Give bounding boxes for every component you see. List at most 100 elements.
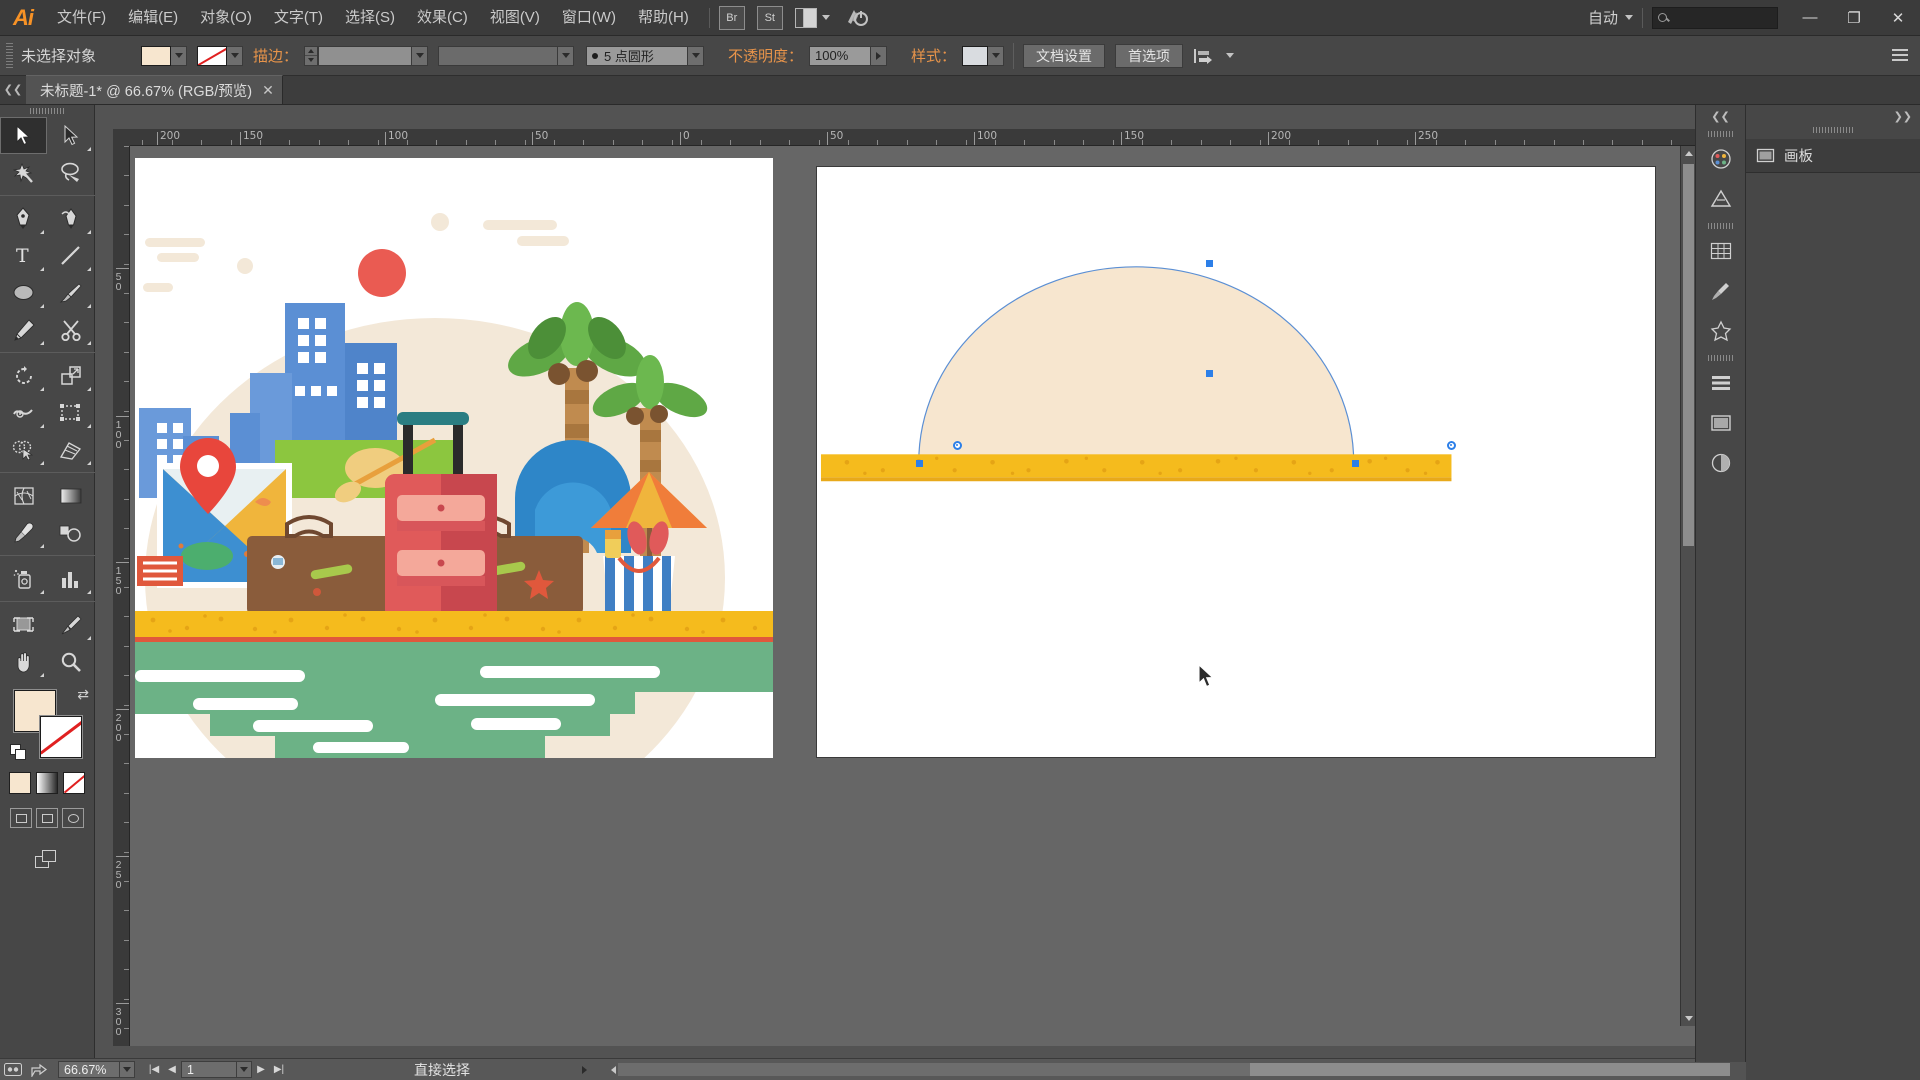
opacity-flyout-button[interactable]: [871, 45, 888, 66]
shape-builder-tool[interactable]: [0, 431, 47, 468]
arrange-documents-button[interactable]: [794, 7, 830, 28]
workspace-chevron-icon[interactable]: [1625, 15, 1633, 20]
perspective-grid-tool[interactable]: [47, 431, 94, 468]
gradient-button[interactable]: [36, 772, 58, 794]
fill-dropdown-button[interactable]: [171, 45, 187, 66]
menu-object[interactable]: 对象(O): [189, 0, 263, 36]
swap-fill-stroke-icon[interactable]: ⇄: [77, 686, 89, 703]
workspace-switcher-label[interactable]: 自动: [1588, 7, 1618, 28]
graphic-style-dropdown[interactable]: [988, 45, 1005, 66]
prev-artboard-button[interactable]: ◀: [163, 1059, 181, 1080]
lasso-tool[interactable]: [47, 154, 94, 191]
document-tab[interactable]: 未标题-1* @ 66.67% (RGB/预览) ✕: [26, 75, 283, 104]
canvas-area[interactable]: [130, 146, 1700, 1046]
brush-definition-field[interactable]: 5 点圆形: [586, 45, 689, 66]
symbol-sprayer-tool[interactable]: [0, 560, 47, 597]
hscroll-left-icon[interactable]: [611, 1065, 616, 1074]
panel-collapse-button[interactable]: ❯❯: [1746, 105, 1920, 127]
drawing-mode-inside[interactable]: [62, 808, 84, 828]
stroke-swatch[interactable]: [197, 45, 227, 66]
ellipse-tool[interactable]: [0, 274, 47, 311]
artboards-panel-body[interactable]: [1746, 173, 1920, 1080]
menu-window[interactable]: 窗口(W): [551, 0, 627, 36]
menu-help[interactable]: 帮助(H): [627, 0, 700, 36]
share-icon[interactable]: [26, 1059, 52, 1080]
status-tool-label[interactable]: 直接选择: [414, 1060, 470, 1080]
drawing-mode-behind[interactable]: [36, 808, 58, 828]
gradient-tool[interactable]: [47, 477, 94, 514]
direct-selection-tool[interactable]: [47, 117, 94, 154]
scroll-up-button[interactable]: [1681, 146, 1696, 161]
mesh-tool[interactable]: [0, 477, 47, 514]
appearance-panel-icon[interactable]: [1696, 443, 1746, 483]
default-fill-stroke-icon[interactable]: [10, 744, 28, 762]
fill-swatch[interactable]: [141, 45, 171, 66]
eyedropper-tool[interactable]: [0, 514, 47, 551]
scale-tool[interactable]: [47, 357, 94, 394]
stroke-weight-stepper[interactable]: [304, 45, 319, 66]
horizontal-ruler[interactable]: 200 150 100 50 0 50 100 150 200 250: [113, 129, 1700, 146]
panel-grip[interactable]: [1813, 127, 1853, 133]
vertical-scroll-thumb[interactable]: [1683, 164, 1694, 546]
variable-width-dropdown[interactable]: [558, 45, 575, 66]
control-bar-menu[interactable]: [1892, 48, 1908, 63]
free-transform-tool[interactable]: [47, 394, 94, 431]
document-setup-button[interactable]: 文档设置: [1023, 43, 1106, 68]
hand-tool[interactable]: [0, 643, 47, 680]
menu-edit[interactable]: 编辑(E): [117, 0, 189, 36]
maximize-button[interactable]: ❐: [1832, 0, 1876, 36]
stroke-weight-dropdown[interactable]: [412, 45, 429, 66]
menu-effect[interactable]: 效果(C): [406, 0, 479, 36]
scissors-tool[interactable]: [47, 311, 94, 348]
first-artboard-button[interactable]: |◀: [145, 1059, 163, 1080]
rotate-tool[interactable]: [0, 357, 47, 394]
stroke-weight-field[interactable]: [318, 45, 413, 66]
column-graph-tool[interactable]: [47, 560, 94, 597]
anchor-point-center[interactable]: [1205, 369, 1213, 377]
screen-mode-switcher[interactable]: [0, 850, 94, 872]
magic-wand-tool[interactable]: [0, 154, 47, 191]
stroke-swatch-group[interactable]: [197, 45, 243, 66]
ruler-corner[interactable]: [113, 129, 130, 146]
stroke-dropdown-button[interactable]: [227, 45, 243, 66]
blend-tool[interactable]: [47, 514, 94, 551]
zoom-tool[interactable]: [47, 643, 94, 680]
dock-grip[interactable]: [1707, 131, 1734, 137]
color-button[interactable]: [9, 772, 31, 794]
tabbar-collapse-button[interactable]: ❮❮: [0, 75, 26, 104]
align-chevron-icon[interactable]: [1226, 53, 1235, 58]
paintbrush-tool[interactable]: [47, 274, 94, 311]
swatches-panel-icon[interactable]: [1696, 231, 1746, 271]
last-artboard-button[interactable]: ▶|: [270, 1059, 288, 1080]
horizontal-scroll-thumb[interactable]: [1250, 1063, 1730, 1076]
layers-panel-icon[interactable]: [1696, 363, 1746, 403]
next-artboard-button[interactable]: ▶: [252, 1059, 270, 1080]
slice-tool[interactable]: [47, 606, 94, 643]
width-tool[interactable]: [0, 394, 47, 431]
stroke-color-swatch[interactable]: [40, 716, 82, 758]
zoom-level-field[interactable]: 66.67%: [58, 1061, 120, 1078]
artboards-panel-icon[interactable]: [1696, 403, 1746, 443]
menu-file[interactable]: 文件(F): [46, 0, 117, 36]
artboard-number-field[interactable]: 1: [181, 1061, 237, 1078]
anchor-handle-right[interactable]: [1446, 440, 1456, 450]
tab-artboards[interactable]: 画板: [1746, 139, 1920, 173]
artboard-2[interactable]: [816, 166, 1656, 758]
panel-menu-icon[interactable]: [1892, 48, 1908, 63]
horizontal-scrollbar[interactable]: [618, 1063, 1730, 1076]
fill-swatch-group[interactable]: [141, 45, 187, 66]
zoom-level-dropdown[interactable]: [120, 1061, 135, 1078]
anchor-point-top[interactable]: [1205, 259, 1213, 267]
color-guide-panel-icon[interactable]: [1696, 179, 1746, 219]
minimize-button[interactable]: —: [1788, 0, 1832, 36]
preferences-button[interactable]: 首选项: [1115, 43, 1184, 68]
dock-grip-2[interactable]: [1707, 223, 1734, 229]
bridge-button[interactable]: Br: [718, 5, 745, 30]
dock-grip-3[interactable]: [1707, 355, 1734, 361]
close-button[interactable]: ✕: [1876, 0, 1920, 36]
artboard-dropdown[interactable]: [237, 1061, 252, 1078]
brush-definition-dropdown[interactable]: [688, 45, 705, 66]
artboard-tool[interactable]: [0, 606, 47, 643]
line-segment-tool[interactable]: [47, 237, 94, 274]
curvature-tool[interactable]: [47, 200, 94, 237]
